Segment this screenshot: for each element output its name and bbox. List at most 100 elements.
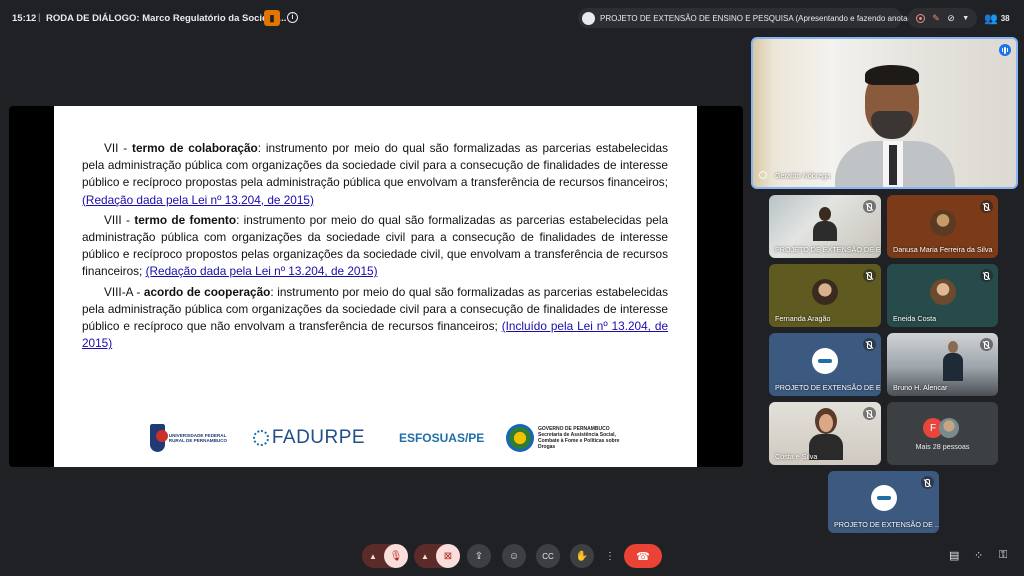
avatar	[870, 485, 897, 511]
more-participants-label: Mais 28 pessoas	[915, 442, 970, 451]
chevron-down-icon[interactable]: ▼	[962, 15, 969, 22]
gov-body: Secretaria de Assistência Social, Combat…	[537, 432, 620, 450]
participant-name: Danusa Maria Ferreira da Silva	[893, 245, 993, 254]
p2-term: termo de fomento	[134, 212, 237, 227]
info-icon[interactable]: i	[287, 12, 298, 23]
people-icon: 👥	[984, 12, 998, 25]
mic-off-icon	[980, 200, 993, 213]
participant-tile[interactable]: Fernanda Aragão	[769, 264, 881, 327]
pin-icon[interactable]	[759, 171, 767, 179]
p2-link[interactable]: (Redação dada pela Lei nº 13.204, de 201…	[146, 264, 378, 278]
fadurpe-mark-icon	[252, 430, 269, 446]
participant-name: PROJETO DE EXTENSÃO DE ...	[834, 520, 939, 529]
meeting-controls: ▲ 🎙 ▲ ⊠ ⇪ ☺ CC ✋ ⋮ ☎ ▤ ⁘ ⚿	[0, 540, 1024, 572]
mic-off-icon	[863, 269, 876, 282]
camera-toggle-button[interactable]: ▲ ⊠	[414, 544, 460, 568]
p2-prefix: VIII -	[104, 212, 135, 227]
mic-off-icon	[980, 269, 993, 282]
slide-logos: UNIVERSIDADE FEDERAL RURAL DE PERNAMBUCO…	[150, 418, 630, 458]
participant-tile[interactable]: PROJETO DE EXTENSÃO DE ...	[828, 471, 939, 533]
raise-hand-button[interactable]: ✋	[570, 544, 594, 568]
captions-icon: CC	[542, 551, 554, 561]
more-icon: ⋮	[605, 550, 615, 562]
hand-icon: ✋	[575, 550, 589, 562]
governo-pe-text: GOVERNO DE PERNAMBUCO Secretaria de Assi…	[538, 426, 630, 450]
participant-name: PROJETO DE EXTENSÃO DE E...	[775, 245, 881, 254]
more-participants-tile[interactable]: F Mais 28 pessoas	[887, 402, 998, 465]
hangup-icon: ☎	[636, 550, 650, 563]
participant-tile[interactable]: PROJETO DE EXTENSÃO DE E...	[769, 195, 881, 258]
host-controls-icon[interactable]: ⚿	[999, 549, 1007, 562]
participant-tile[interactable]: PROJETO DE EXTENSÃO DE E...	[769, 333, 881, 396]
ufrpe-crest-icon	[150, 424, 168, 452]
separator: |	[38, 12, 41, 23]
top-bar: 15:12 | RODA DE DIÁLOGO: Marco Regulatór…	[0, 0, 1024, 36]
participants-button[interactable]: 👥 38	[984, 9, 1016, 27]
esfosuas-name: ESFOSUAS/PE	[398, 431, 485, 445]
esfosuas-logo: ESFOSUAS/PE	[391, 431, 492, 445]
pernambuco-seal-icon	[505, 424, 534, 452]
present-off-icon[interactable]: ⊘	[947, 13, 955, 24]
presenter-chip[interactable]: PROJETO DE EXTENSÃO DE ENSINO E PESQUISA…	[578, 8, 927, 28]
avatar	[812, 347, 838, 374]
more-options-button[interactable]: ⋮	[600, 544, 620, 568]
p1-term: termo de colaboração	[132, 141, 258, 155]
recording-tools[interactable]: ✎ ⊘ ▼	[908, 8, 977, 28]
participant-name: Eneida Costa	[893, 314, 937, 323]
mic-toggle-button[interactable]: ▲ 🎙	[362, 544, 408, 568]
participant-name: Bruno H. Alencar	[893, 383, 948, 392]
avatar	[812, 278, 838, 305]
participant-count: 38	[1000, 13, 1010, 23]
participant-tile[interactable]: Bruno H. Alencar	[887, 333, 998, 396]
slide-paragraph-3: VIII-A - acordo de cooperação: instrumen…	[82, 284, 668, 353]
participant-video	[809, 408, 843, 460]
mic-off-icon	[980, 338, 993, 351]
ufrpe-logo: UNIVERSIDADE FEDERAL RURAL DE PERNAMBUCO	[150, 424, 241, 452]
emoji-button[interactable]: ☺	[502, 544, 526, 568]
present-icon: ⇪	[474, 550, 484, 562]
mic-off-icon	[921, 476, 934, 489]
speaker-name: Geraldo Nóbrega	[775, 171, 831, 180]
meeting-details-icon[interactable]: ▮	[264, 10, 280, 26]
chevron-up-icon[interactable]: ▲	[421, 552, 429, 561]
record-icon[interactable]	[915, 13, 925, 23]
presented-slide: VII - termo de colaboração: instrumento …	[54, 106, 697, 467]
mic-off-icon	[863, 338, 876, 351]
participant-video	[943, 341, 963, 381]
clock: 15:12	[12, 13, 37, 24]
speaker-tile[interactable]: Geraldo Nóbrega	[751, 37, 1018, 189]
annotate-icon[interactable]: ✎	[932, 13, 940, 24]
mic-off-icon	[863, 200, 876, 213]
speaking-indicator-icon	[999, 44, 1011, 56]
avatar	[929, 209, 956, 236]
p1-link[interactable]: (Redação dada pela Lei nº 13.204, de 201…	[82, 193, 314, 207]
participant-name: Costa e Silva	[775, 452, 818, 461]
leave-call-button[interactable]: ☎	[624, 544, 662, 568]
presenter-avatar	[582, 11, 595, 25]
ufrpe-name: UNIVERSIDADE FEDERAL RURAL DE PERNAMBUCO	[168, 432, 228, 443]
participant-name: PROJETO DE EXTENSÃO DE E...	[775, 383, 881, 392]
participant-name: Fernanda Aragão	[775, 314, 831, 323]
participant-tile[interactable]: Danusa Maria Ferreira da Silva	[887, 195, 998, 258]
avatar	[929, 278, 956, 305]
chevron-up-icon[interactable]: ▲	[369, 552, 377, 561]
more-avatars: F	[923, 418, 959, 438]
participant-tile[interactable]: Eneida Costa	[887, 264, 998, 327]
fadurpe-logo: FADURPE	[252, 427, 377, 449]
p3-term: acordo de cooperação	[143, 284, 271, 299]
fadurpe-name: FADURPE	[271, 427, 366, 448]
chat-icon[interactable]: ▤	[949, 549, 959, 562]
emoji-icon: ☺	[508, 550, 520, 562]
captions-button[interactable]: CC	[536, 544, 560, 568]
activities-icon[interactable]: ⁘	[974, 549, 983, 562]
participant-tile[interactable]: Costa e Silva	[769, 402, 881, 465]
slide-paragraph-2: VIII - termo de fomento: instrumento por…	[82, 212, 668, 281]
p3-prefix: VIII-A -	[104, 284, 144, 299]
present-button[interactable]: ⇪	[467, 544, 491, 568]
mic-off-icon: 🎙	[384, 544, 408, 568]
slide-paragraph-1: VII - termo de colaboração: instrumento …	[82, 140, 668, 209]
participant-video	[813, 207, 837, 241]
meeting-title: RODA DE DIÁLOGO: Marco Regulatório da So…	[46, 13, 287, 24]
speaker-video	[835, 61, 955, 187]
avatar	[939, 418, 959, 438]
